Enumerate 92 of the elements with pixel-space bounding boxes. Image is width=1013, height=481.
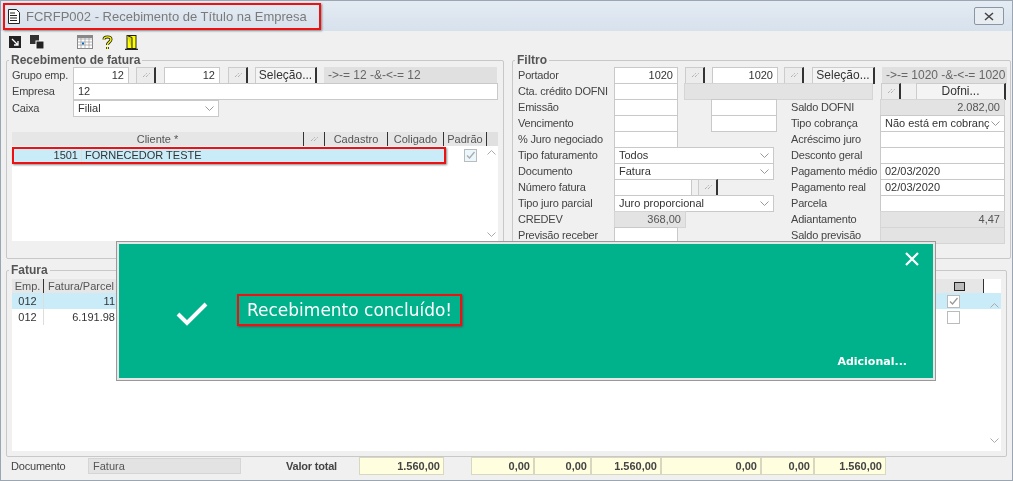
dots-icon xyxy=(141,72,150,78)
close-icon[interactable] xyxy=(905,252,919,266)
filter-text: ->-= 12 -&-<-= 12 xyxy=(324,66,497,84)
input-field[interactable]: 1020 xyxy=(712,66,778,84)
column-header: Coligado xyxy=(388,132,444,146)
column-header: Cliente * xyxy=(12,132,304,146)
field-label: Saldo previsão xyxy=(791,229,862,241)
scroll-up-icon[interactable] xyxy=(989,303,999,308)
field-label: Pagamento médio xyxy=(791,165,879,177)
document-icon xyxy=(8,8,20,24)
field-label: Pagamento real xyxy=(791,181,867,193)
column-header: Cadastro xyxy=(325,132,388,146)
dots-icon xyxy=(233,72,242,78)
filter-text: ->-= 1020 -&-<-= 1020 xyxy=(882,66,1007,84)
total-label: Valor total xyxy=(286,460,338,472)
group-title: Fatura xyxy=(10,263,49,277)
window-title: FCRFP002 - Recebimento de Título na Empresa xyxy=(26,8,307,24)
group-title: Filtro xyxy=(516,53,548,67)
field-label: Tipo cobrança xyxy=(791,117,859,129)
door-icon[interactable] xyxy=(125,34,138,50)
column-header: Padrão xyxy=(444,132,487,146)
input-field[interactable]: 12 xyxy=(73,66,129,84)
table-cell-text: FORNECEDOR TESTE xyxy=(84,149,203,162)
total-field: 1.560,00 xyxy=(591,457,661,475)
table-cell: 1501 xyxy=(14,149,82,162)
dots-icon xyxy=(310,136,318,142)
column-header: Emp. xyxy=(12,279,44,293)
field-label: Vencimento xyxy=(518,117,575,129)
total-field: 0,00 xyxy=(661,457,761,475)
dots-icon xyxy=(789,72,798,78)
field-label: Número fatura xyxy=(518,181,587,193)
field-label: Acréscimo juro xyxy=(791,133,862,145)
field-label: Caixa xyxy=(12,102,41,114)
checkbox[interactable] xyxy=(464,149,477,162)
selection-button[interactable]: Seleção... xyxy=(255,66,317,84)
field-label: Desconto geral xyxy=(791,149,864,161)
dots-icon xyxy=(703,184,712,190)
toast-message: Recebimento concluído! xyxy=(247,300,453,320)
caret-icon xyxy=(760,152,769,158)
dots-icon xyxy=(690,72,699,78)
field-label: Saldo DOFNI xyxy=(791,101,856,113)
close-icon xyxy=(984,11,994,21)
caret-icon xyxy=(760,200,769,206)
field-label: Cta. crédito DOFNI xyxy=(518,85,609,97)
selection-button[interactable]: Seleção... xyxy=(812,66,875,84)
field-label: Parcela xyxy=(791,197,828,209)
readonly-field: Fatura xyxy=(88,458,241,474)
total-field: 0,00 xyxy=(534,457,591,475)
dropdown-field[interactable]: Juro proporcional xyxy=(614,194,774,212)
field-label: Previsão receber xyxy=(518,229,599,241)
checkbox[interactable] xyxy=(947,294,960,308)
table-cell: 012 xyxy=(12,309,44,325)
caret-icon xyxy=(205,105,214,111)
readonly-field[interactable]: 2.082,00 xyxy=(880,98,1005,116)
close-button[interactable] xyxy=(974,7,1004,25)
square-icon xyxy=(954,281,965,291)
check-icon xyxy=(175,301,209,327)
arrow-icon[interactable] xyxy=(9,36,21,48)
field-label: Documento xyxy=(11,460,67,472)
scroll-up-icon[interactable] xyxy=(486,150,496,155)
field-label: CREDEV xyxy=(518,213,564,225)
input-field[interactable]: 1020 xyxy=(614,66,678,84)
calendar-icon[interactable] xyxy=(77,35,93,49)
dropdown-field[interactable]: Todos xyxy=(614,146,774,164)
caret-icon xyxy=(760,168,769,174)
total-field: 0,00 xyxy=(471,457,534,475)
field-label: Documento xyxy=(518,165,574,177)
group-title: Recebimento de fatura xyxy=(10,53,142,67)
lookup-button[interactable] xyxy=(304,132,325,146)
field-label: Empresa xyxy=(12,85,56,97)
field-label: Grupo emp. xyxy=(12,69,70,81)
dots-icon xyxy=(886,88,895,94)
input-field[interactable]: 12 xyxy=(164,66,220,84)
field-label: Adiantamento xyxy=(791,213,858,225)
windows-icon[interactable] xyxy=(30,35,44,49)
scroll-down-icon[interactable] xyxy=(989,438,999,443)
field-label: Emissão xyxy=(518,101,560,113)
caret-icon xyxy=(991,120,1000,126)
total-field: 0,00 xyxy=(761,457,814,475)
field-label: Tipo faturamento xyxy=(518,149,599,161)
column-header[interactable] xyxy=(936,279,984,293)
total-field: 1.560,00 xyxy=(814,457,886,475)
total-field: 1.560,00 xyxy=(359,457,444,475)
highlight-frame[interactable]: 1501 FORNECEDOR TESTE xyxy=(12,147,446,164)
table-cell: 012 xyxy=(12,293,44,309)
column-header: Fatura/Parcel xyxy=(44,279,119,293)
field-label: Tipo juro parcial xyxy=(518,197,594,209)
scroll-down-icon[interactable] xyxy=(486,232,496,237)
field-label: % Juro negociado xyxy=(518,133,604,145)
checkbox[interactable] xyxy=(947,310,960,324)
field-label: Portador xyxy=(518,69,560,81)
help-icon[interactable] xyxy=(102,34,113,50)
